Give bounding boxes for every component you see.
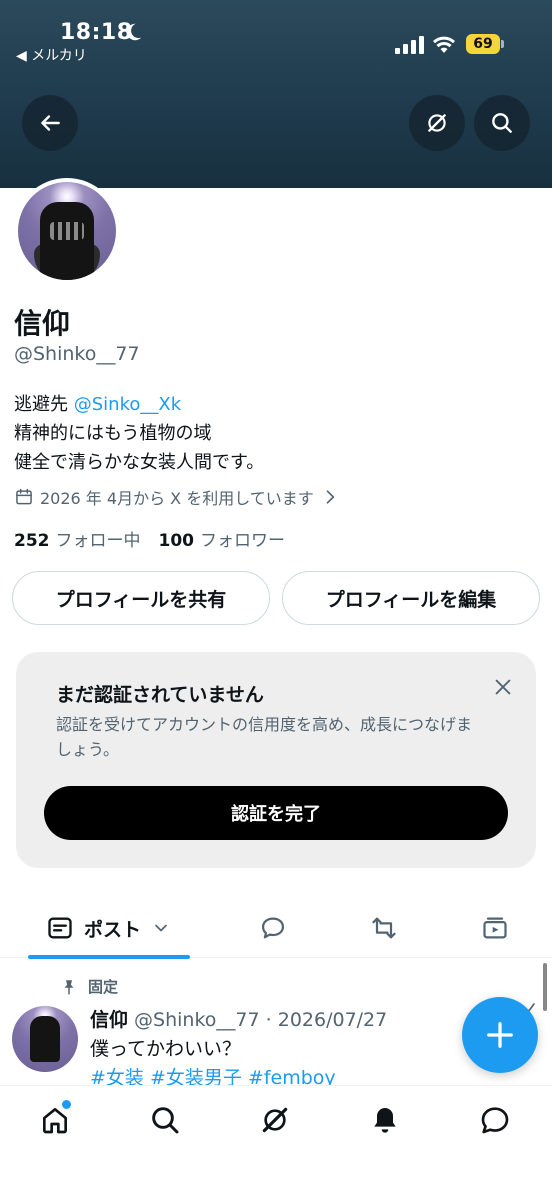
nav-messages[interactable]: [477, 1102, 513, 1138]
followers-label: フォロワー: [200, 531, 285, 551]
home-notification-dot: [62, 1100, 71, 1109]
tab-media[interactable]: [479, 912, 511, 944]
edit-profile-button[interactable]: プロフィールを編集: [282, 571, 540, 625]
back-to-app-link[interactable]: ◀ メルカリ: [16, 45, 87, 65]
pinned-indicator: 固定: [60, 976, 118, 997]
plus-icon: [487, 1022, 513, 1048]
post-meta: @Shinko__77 · 2026/07/27: [128, 1009, 388, 1031]
following-label: フォロー中: [55, 531, 141, 551]
battery-level: 69: [466, 34, 500, 54]
bell-icon: [374, 1108, 396, 1133]
avatar-image: [18, 182, 116, 280]
status-bar: 18:18 ◀ メルカリ 69: [0, 0, 552, 70]
profile-bio: 逃避先 @Sinko__Xk 精神的にはもう植物の域 健全で清らかな女装人間です…: [14, 390, 264, 477]
bio-line-2: 精神的にはもう植物の域: [14, 423, 212, 444]
active-tab-indicator: [28, 955, 190, 959]
scrollbar[interactable]: [543, 963, 547, 1011]
profile-avatar[interactable]: [14, 178, 120, 284]
media-icon: [483, 917, 507, 939]
battery-tip: [501, 40, 504, 48]
arrow-left-icon: [41, 115, 60, 131]
follow-stats: 252 フォロー中 100 フォロワー: [14, 526, 285, 551]
verify-title: まだ認証されていません: [56, 684, 264, 706]
post-avatar-figure: [30, 1016, 60, 1062]
reply-bubble-icon: [261, 917, 285, 939]
message-bubble-icon: [481, 1107, 509, 1134]
post-text: 僕ってかわいい？: [90, 1038, 242, 1060]
bottom-navigation: [0, 1085, 552, 1200]
back-button[interactable]: [22, 95, 78, 151]
joined-text: 2026 年 4月から X を利用しています: [40, 489, 314, 508]
verify-description: 認証を受けてアカウントの信用度を高め、成長につなげましょう。: [56, 715, 473, 759]
verification-card: まだ認証されていません 認証を受けてアカウントの信用度を高め、成長につなげましょ…: [16, 652, 536, 868]
nav-notifications[interactable]: [367, 1102, 403, 1138]
bio-line-1: 逃避先 @Sinko__Xk: [14, 390, 264, 419]
followers-link[interactable]: 100 フォロワー: [159, 526, 286, 551]
wifi-icon: [433, 36, 455, 53]
battery-indicator: 69: [466, 34, 504, 54]
nav-grok[interactable]: [257, 1102, 293, 1138]
avatar-figure: [40, 202, 94, 280]
following-link[interactable]: 252 フォロー中: [14, 526, 141, 551]
post-avatar[interactable]: [12, 1006, 78, 1072]
joined-date-link[interactable]: 2026 年 4月から X を利用しています: [14, 485, 340, 509]
profile-tabs: ポスト: [0, 900, 552, 959]
close-icon: [495, 679, 511, 695]
following-count: 252: [14, 531, 50, 551]
complete-verification-button[interactable]: 認証を完了: [44, 786, 508, 840]
search-icon: [492, 113, 512, 133]
post-header: 信仰 @Shinko__77 · 2026/07/27: [90, 1005, 387, 1032]
profile-name: 信仰: [14, 307, 71, 340]
moon-icon: [126, 23, 142, 41]
tab-posts[interactable]: ポスト: [46, 914, 171, 942]
chevron-down-icon: [155, 924, 167, 932]
search-button[interactable]: [474, 95, 530, 151]
post-author-name[interactable]: 信仰: [90, 1009, 128, 1031]
calendar-icon: [16, 488, 32, 505]
followers-count: 100: [158, 531, 195, 551]
cellular-signal-icon: [395, 36, 424, 54]
tab-replies[interactable]: [257, 912, 289, 944]
tab-posts-label: ポスト: [84, 918, 142, 941]
search-icon: [152, 1107, 179, 1134]
verify-close-button[interactable]: [490, 674, 516, 700]
grok-button[interactable]: [409, 95, 465, 151]
grok-icon: [262, 1107, 288, 1133]
bio-mention-link[interactable]: @Sinko__Xk: [74, 394, 181, 415]
pinned-label: 固定: [88, 978, 119, 996]
share-profile-button[interactable]: プロフィールを共有: [12, 571, 270, 625]
repost-icon: [372, 917, 396, 939]
grok-icon: [428, 114, 446, 132]
tab-reposts[interactable]: [368, 912, 400, 944]
pin-icon: [64, 979, 74, 994]
nav-search[interactable]: [147, 1102, 183, 1138]
bio-line-3: 健全で清らかな女装人間です。: [14, 452, 265, 473]
compose-post-button[interactable]: [462, 997, 538, 1073]
bio-prefix: 逃避先: [14, 394, 74, 415]
profile-handle: @Shinko__77: [14, 343, 140, 365]
chevron-right-icon: [326, 490, 334, 504]
post-icon: [48, 917, 72, 939]
